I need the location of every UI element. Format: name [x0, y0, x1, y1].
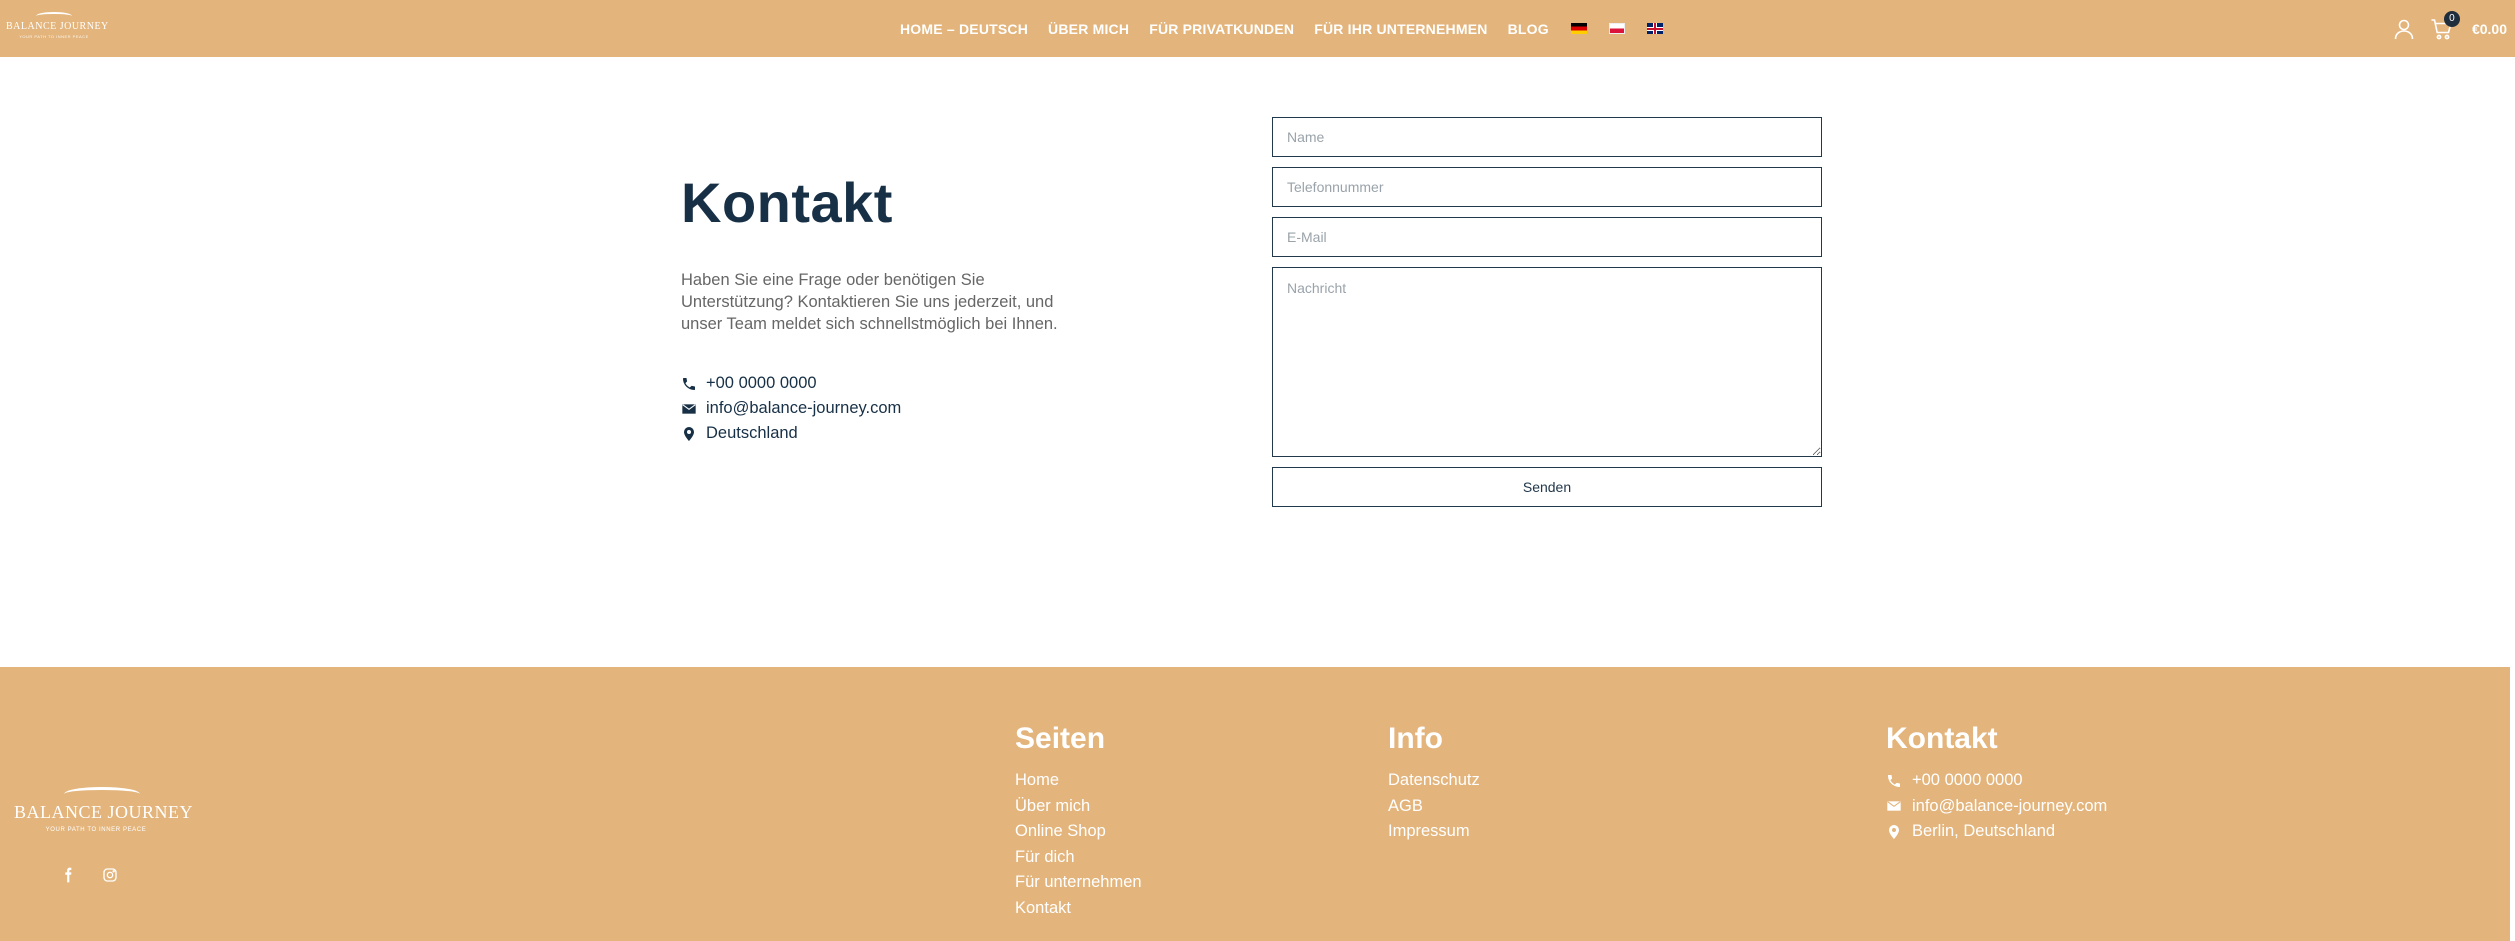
footer-logo-tagline: YOUR PATH TO INNER PEACE: [45, 827, 147, 833]
flag-german-icon[interactable]: [1570, 23, 1587, 34]
footer-info-title: Info: [1388, 722, 1443, 755]
contact-phone-text: +00 0000 0000: [706, 374, 817, 392]
cart-count-badge: 0: [2443, 10, 2460, 27]
footer-link-datenschutz[interactable]: Datenschutz: [1388, 768, 1480, 794]
nav-unternehmen[interactable]: FÜR IHR UNTERNEHMEN: [1314, 21, 1487, 37]
footer-logo-arc: [64, 787, 140, 801]
cart-total[interactable]: €0.00: [2472, 21, 2507, 37]
footer-pages-title: Seiten: [1015, 722, 1106, 755]
main-nav: HOME – DEUTSCH ÜBER MICH FÜR PRIVATKUNDE…: [900, 0, 1663, 57]
contact-location: Deutschland: [681, 421, 1081, 446]
footer-pages-column: Seiten Home Über mich Online Shop Für di…: [1015, 722, 1142, 922]
footer-link-impressum[interactable]: Impressum: [1388, 819, 1480, 845]
contact-phone[interactable]: +00 0000 0000: [681, 371, 1081, 396]
user-account-icon[interactable]: [2392, 17, 2416, 41]
footer-phone[interactable]: +00 0000 0000: [1886, 768, 2107, 794]
phone-input[interactable]: [1272, 167, 1822, 207]
contact-form: Senden: [1272, 117, 1822, 507]
flag-english-icon[interactable]: [1646, 23, 1663, 34]
site-header: BALANCE JOURNEY YOUR PATH TO INNER PEACE…: [0, 0, 2515, 57]
footer-email[interactable]: info@balance-journey.com: [1886, 794, 2107, 820]
nav-ueber-mich[interactable]: ÜBER MICH: [1048, 21, 1129, 37]
footer-link-online-shop[interactable]: Online Shop: [1015, 819, 1142, 845]
footer-contact-title: Kontakt: [1886, 722, 1998, 755]
site-footer: BALANCE JOURNEY YOUR PATH TO INNER PEACE…: [0, 667, 2510, 941]
header-actions: 0 €0.00: [2392, 0, 2507, 57]
contact-intro: Haben Sie eine Frage oder benötigen Sie …: [681, 271, 1058, 333]
footer-link-kontakt[interactable]: Kontakt: [1015, 896, 1142, 922]
footer-link-fuer-unternehmen[interactable]: Für unternehmen: [1015, 870, 1142, 896]
footer-address: Berlin, Deutschland: [1886, 819, 2107, 845]
footer-logo[interactable]: BALANCE JOURNEY YOUR PATH TO INNER PEACE: [14, 787, 194, 847]
logo-text: BALANCE JOURNEY: [6, 21, 109, 32]
header-logo[interactable]: BALANCE JOURNEY YOUR PATH TO INNER PEACE: [6, 10, 109, 42]
contact-email[interactable]: info@balance-journey.com: [681, 396, 1081, 421]
nav-blog[interactable]: BLOG: [1508, 21, 1549, 37]
send-button[interactable]: Senden: [1272, 467, 1822, 507]
footer-contact-column: Kontakt +00 0000 0000 info@balance-journ…: [1886, 722, 2107, 845]
footer-email-text: info@balance-journey.com: [1912, 796, 2108, 815]
footer-address-text: Berlin, Deutschland: [1912, 822, 2056, 841]
phone-icon: [683, 377, 695, 390]
footer-logo-text: BALANCE JOURNEY: [14, 802, 194, 822]
contact-list: +00 0000 0000 info@balance-journey.com D…: [681, 371, 1081, 446]
footer-envelope-icon: [1887, 801, 1901, 812]
footer-link-agb[interactable]: AGB: [1388, 794, 1480, 820]
facebook-icon[interactable]: [60, 867, 76, 883]
message-textarea[interactable]: [1272, 267, 1822, 457]
footer-link-fuer-dich[interactable]: Für dich: [1015, 845, 1142, 871]
contact-info-section: Kontakt Haben Sie eine Frage oder benöti…: [681, 170, 1081, 446]
contact-email-text: info@balance-journey.com: [706, 399, 902, 417]
email-input[interactable]: [1272, 217, 1822, 257]
contact-location-text: Deutschland: [706, 424, 798, 442]
footer-link-home[interactable]: Home: [1015, 768, 1142, 794]
name-input[interactable]: [1272, 117, 1822, 157]
envelope-icon: [682, 403, 696, 414]
footer-info-column: Info Datenschutz AGB Impressum: [1388, 722, 1480, 845]
nav-home[interactable]: HOME – DEUTSCH: [900, 21, 1028, 37]
social-links: [60, 867, 118, 883]
nav-privatkunden[interactable]: FÜR PRIVATKUNDEN: [1149, 21, 1294, 37]
map-pin-icon: [684, 426, 694, 441]
logo-tagline: YOUR PATH TO INNER PEACE: [19, 34, 89, 39]
cart-icon[interactable]: 0: [2430, 10, 2460, 41]
footer-map-pin-icon: [1889, 824, 1899, 839]
footer-link-ueber-mich[interactable]: Über mich: [1015, 794, 1142, 820]
page-title: Kontakt: [681, 171, 893, 234]
footer-phone-text: +00 0000 0000: [1912, 771, 2023, 789]
flag-polish-icon[interactable]: [1608, 23, 1625, 34]
instagram-icon[interactable]: [102, 867, 118, 883]
logo-arc: [36, 12, 72, 20]
footer-phone-icon: [1888, 774, 1900, 787]
